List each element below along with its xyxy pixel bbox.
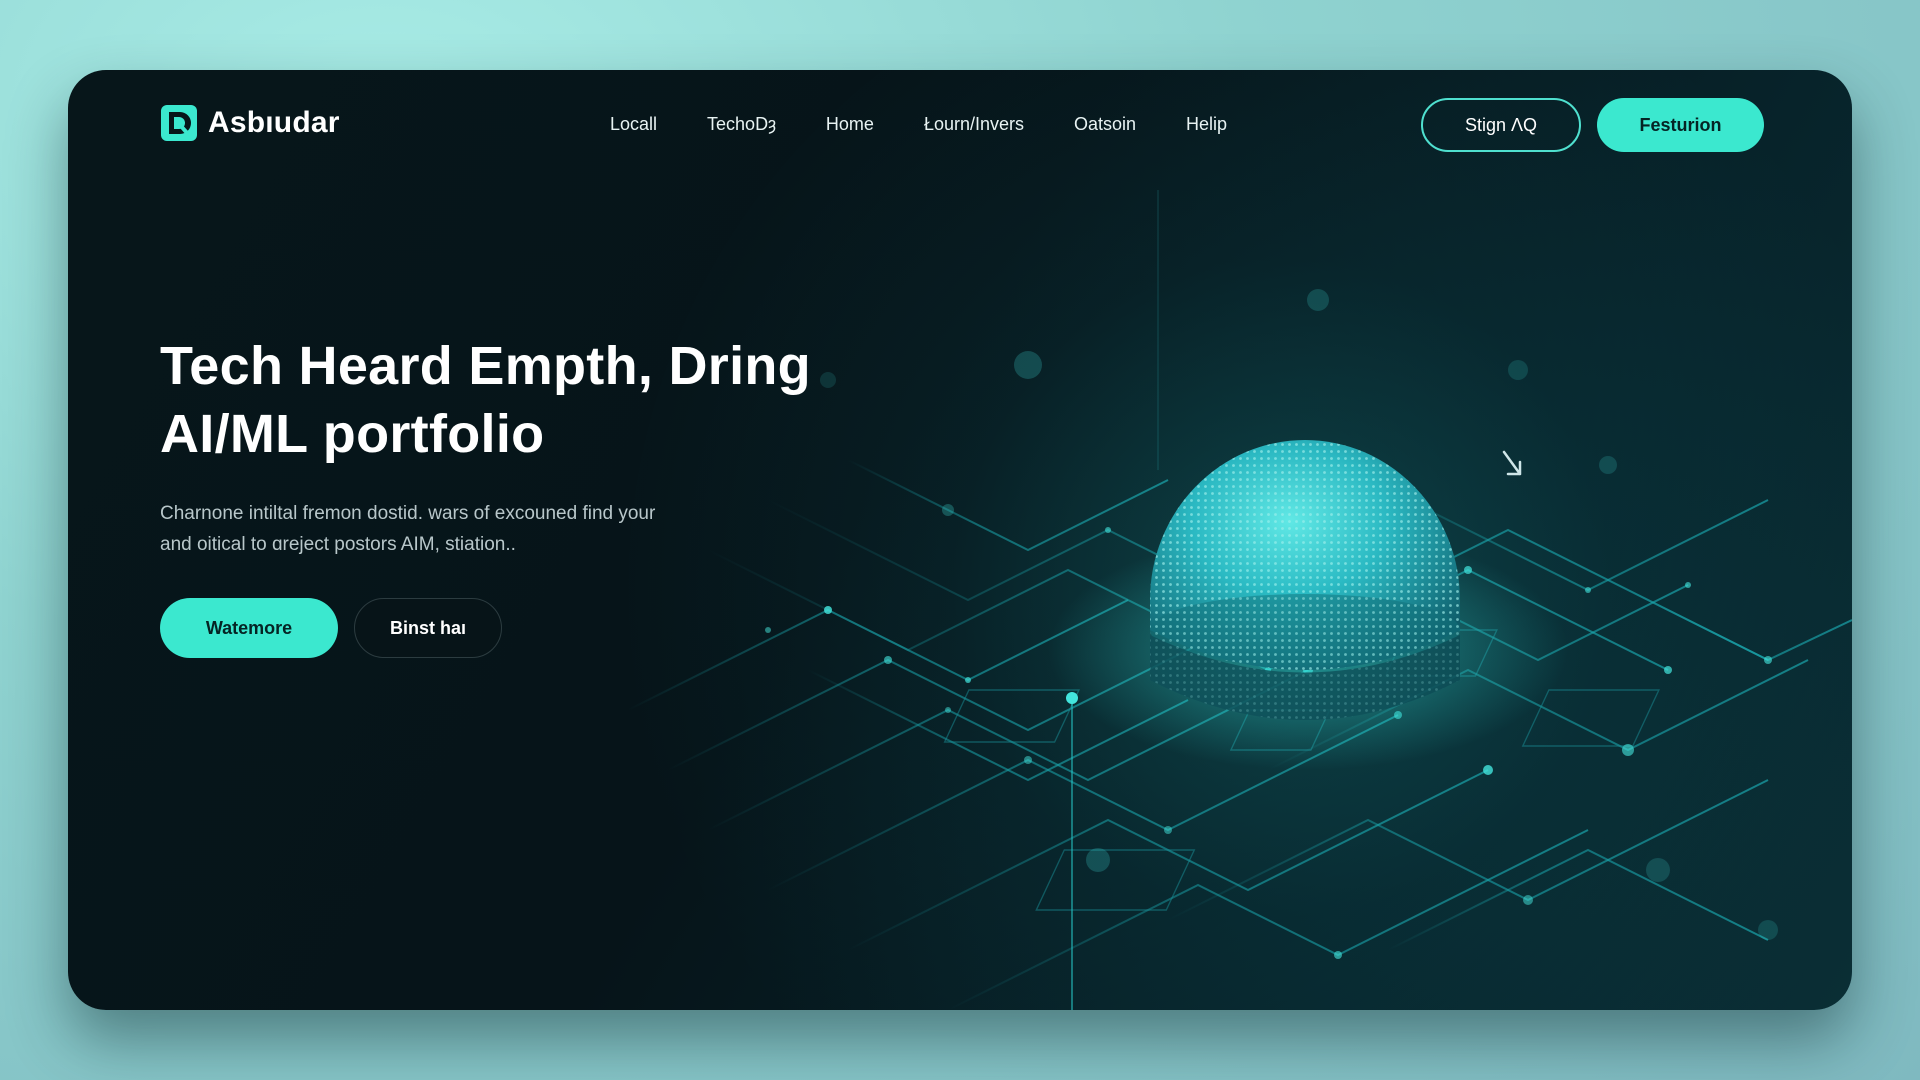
hero-title-line-2: AI/ML portfolio xyxy=(160,404,545,464)
hero-description-line-2: and oitical to ɑreject postors AIM, stia… xyxy=(160,534,516,555)
secondary-cta-button[interactable]: Binst haı xyxy=(354,598,502,658)
sign-in-button[interactable]: Stign ΛQ xyxy=(1421,98,1581,152)
brand-logo-icon xyxy=(161,105,197,141)
primary-cta-button[interactable]: Watemore xyxy=(160,598,338,658)
hero-description: Charnone intiltal fremon dostid. wars of… xyxy=(160,498,800,560)
cursor-arrow-icon xyxy=(1502,450,1522,476)
hero-cta-row: Watemore Binst haı xyxy=(160,598,502,658)
main-menu: Locall TechoDȝ Home Łourn/Invers Oatsoin… xyxy=(610,110,1277,139)
nav-item-oatsoin[interactable]: Oatsoin xyxy=(1074,110,1136,139)
hero-title: Tech Heard Empth, Dring AI/ML portfolio xyxy=(160,332,920,468)
dot-sphere xyxy=(1150,440,1460,720)
hero-section: Tech Heard Empth, Dring AI/ML portfolio … xyxy=(160,332,920,560)
page-frame: Asbıudar Locall TechoDȝ Home Łourn/Inver… xyxy=(68,70,1852,1010)
brand[interactable]: Asbıudar xyxy=(160,104,340,142)
hero-title-line-1: Tech Heard Empth, Dring xyxy=(160,336,811,396)
nav-item-techo[interactable]: TechoDȝ xyxy=(707,110,776,139)
nav-item-home[interactable]: Home xyxy=(826,110,874,139)
brand-name: Asbıudar xyxy=(208,106,340,139)
top-navbar: Asbıudar Locall TechoDȝ Home Łourn/Inver… xyxy=(68,70,1852,180)
nav-item-lourn-invers[interactable]: Łourn/Invers xyxy=(924,110,1024,139)
hero-description-line-1: Charnone intiltal fremon dostid. wars of… xyxy=(160,503,656,524)
nav-item-locall[interactable]: Locall xyxy=(610,110,657,139)
nav-item-helip[interactable]: Helip xyxy=(1186,110,1227,139)
feature-button[interactable]: Festurion xyxy=(1597,98,1764,152)
